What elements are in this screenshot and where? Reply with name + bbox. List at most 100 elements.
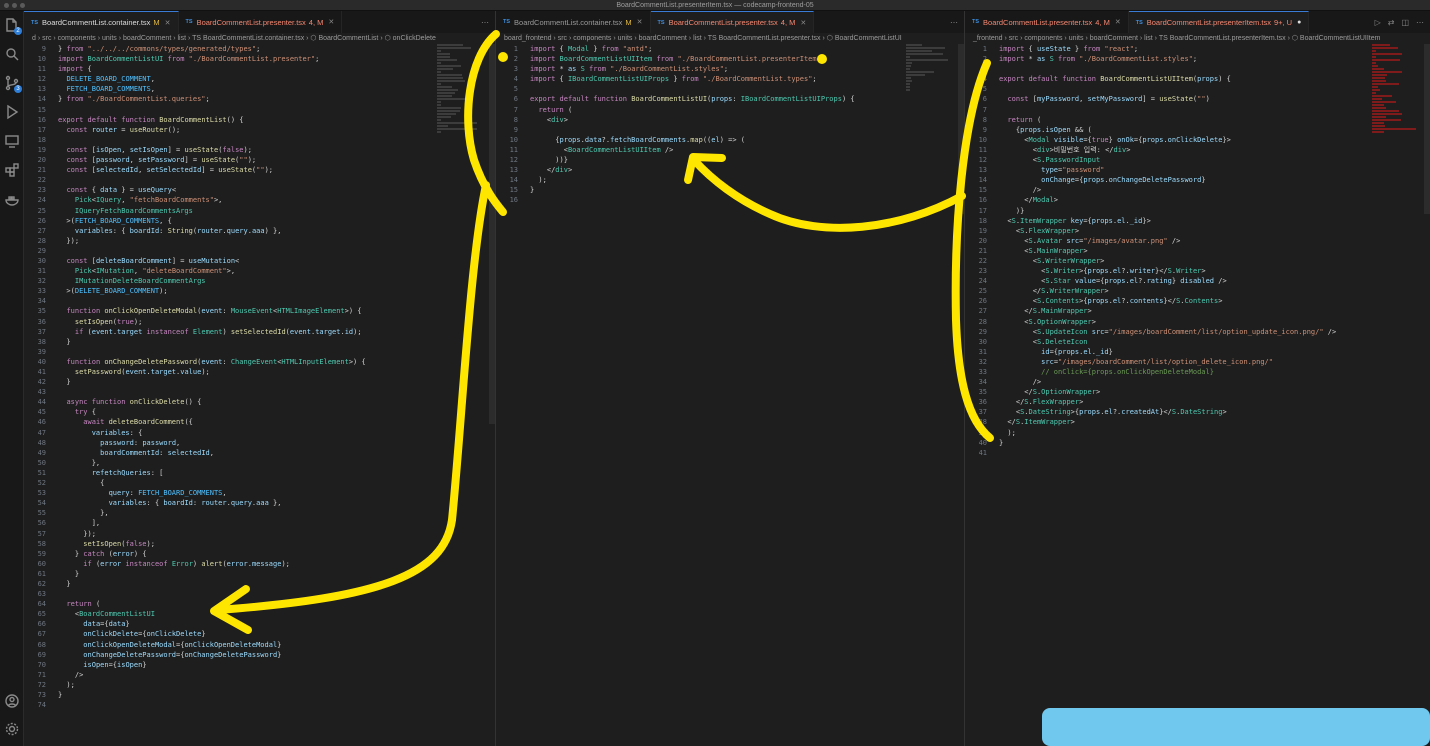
close-dot-icon[interactable] [4,3,9,8]
split-editor-icon[interactable]: ◫ [1401,18,1409,27]
line-number: 9 [982,125,987,134]
code-line: 34 [24,296,495,306]
code-text: import { useState } from "react"; [999,45,1139,53]
code-line: 27 </S.MainWrapper> [965,306,1430,316]
unsaved-dot-icon[interactable]: ● [1297,19,1301,26]
code-editor[interactable]: 1 import { useState } from "react"; 2 impor… [965,44,1430,458]
window-controls[interactable] [4,3,25,8]
code-text: </S.OptionWrapper> [999,388,1101,397]
code-line: 1 import { useState } from "react"; [965,44,1430,54]
line-number: 14 [978,176,987,185]
code-line: 17 const router = useRouter(); [24,125,495,135]
close-tab-icon[interactable]: ✕ [328,18,334,26]
tab-status: 9+, U [1273,18,1293,27]
vertical-scrollbar[interactable] [1424,44,1430,214]
more-actions-icon[interactable]: ⋯ [481,18,489,27]
more-actions-icon[interactable]: ⋯ [1416,18,1424,27]
remote-explorer-icon[interactable] [4,133,20,149]
docker-icon[interactable] [4,191,20,207]
minimize-dot-icon[interactable] [12,3,17,8]
line-number: 23 [978,267,987,276]
line-number: 3 [513,65,518,74]
editor-tab[interactable]: TS BoardCommentList.presenter.tsx 4, M ✕ [179,11,343,33]
code-text: password: password, [100,438,181,447]
code-line: 31 Pick<IMutation, "deleteBoardComment">… [24,266,495,276]
run-debug-icon[interactable] [4,104,20,120]
line-number: 27 [37,226,46,235]
code-line: 15} [496,185,964,195]
breadcrumb[interactable]: board_frontend › src › components › unit… [496,33,964,44]
compare-icon[interactable]: ⇄ [1388,18,1395,27]
editor-tab[interactable]: TS BoardCommentList.presenter.tsx 4, M ✕ [650,11,815,33]
editor-tab[interactable]: TS BoardCommentList.container.tsx M ✕ [496,11,651,33]
line-number: 8 [513,115,518,124]
line-number: 26 [978,297,987,306]
code-editor[interactable]: 9} from "../../../commons/types/generate… [24,44,495,710]
typescript-file-icon: TS [1135,19,1143,26]
line-number: 59 [37,549,46,558]
code-text: </S.WriterWrapper> [999,287,1109,296]
line-number: 69 [37,650,46,659]
minimap[interactable] [437,44,485,144]
search-icon[interactable] [4,46,20,62]
code-text: {props.isOpen && ( [999,125,1092,134]
line-number: 20 [978,236,987,245]
line-number: 57 [37,529,46,538]
code-text: data={data} [83,620,130,629]
line-number: 41 [978,448,987,457]
source-control-icon[interactable]: 3 [4,75,22,93]
close-tab-icon[interactable]: ✕ [637,18,643,26]
breadcrumb[interactable]: _frontend › src › components › units › b… [965,33,1430,44]
code-text: onClickDelete={onClickDelete} [83,630,206,639]
code-line: 55 }, [24,508,495,518]
code-line: 6 export default function BoardCommentLis… [496,94,964,104]
code-line: 2 import * as S from "./BoardCommentList.… [965,54,1430,64]
code-text: <S.Avatar src="/images/avatar.png" /> [999,236,1181,245]
line-number: 35 [37,307,46,316]
close-tab-icon[interactable]: ✕ [165,19,171,27]
account-icon[interactable] [4,693,20,709]
code-text: /> [999,378,1042,387]
breadcrumb[interactable]: d › src › components › units › boardComm… [24,33,495,44]
minimap[interactable] [1372,44,1420,144]
code-editor[interactable]: 1 import { Modal } from "antd"; 2 import Bo… [496,44,964,206]
vertical-scrollbar[interactable] [958,44,964,214]
close-tab-icon[interactable]: ✕ [1115,18,1121,26]
editor-tab[interactable]: TS BoardCommentList.presenter.tsx 4, M ✕ [965,11,1129,33]
line-number: 29 [978,327,987,336]
tab-bar: TS BoardCommentList.presenter.tsx 4, M ✕ TS B… [965,11,1430,33]
line-number: 12 [509,156,518,165]
code-text: import * as S from "./BoardCommentList.s… [530,65,729,74]
vertical-scrollbar[interactable] [489,44,495,424]
code-text: type="password" [1041,166,1105,175]
editor-tab[interactable]: TS BoardCommentList.container.tsx M ✕ [24,11,179,33]
typescript-file-icon: TS [31,19,39,26]
code-text: if (event.target instanceof Element) set… [74,327,362,336]
code-text: <S.Contents>{props.el?.contents}</S.Cont… [999,297,1223,306]
line-number: 22 [37,176,46,185]
code-line: 12 ))} [496,155,964,165]
run-icon[interactable]: ▷ [1375,18,1381,27]
line-number: 14 [37,95,46,104]
code-text: } [999,438,1004,447]
code-line: 13 FETCH_BOARD_COMMENTS, [24,84,495,94]
more-actions-icon[interactable]: ⋯ [950,18,958,27]
code-line: 14 ); [496,175,964,185]
code-line: 4 import { IBoardCommentListUIProps } fro… [496,74,964,84]
settings-gear-icon[interactable] [4,721,20,737]
code-line: 19 <S.FlexWrapper> [965,226,1430,236]
code-text: import BoardCommentListUI from "./BoardC… [58,55,320,64]
minimap[interactable] [906,44,954,144]
extensions-icon[interactable] [4,162,20,178]
maximize-dot-icon[interactable] [20,3,25,8]
window-titlebar: BoardCommentList.presenterItem.tsx — cod… [0,0,1430,11]
tab-status: M [153,18,160,27]
close-tab-icon[interactable]: ✕ [800,19,806,27]
code-text: src="/images/boardComment/list/option_de… [1041,357,1273,366]
code-text: } [58,378,71,387]
editor-tab[interactable]: TS BoardCommentList.presenterItem.tsx 9+, … [1128,11,1310,33]
line-number: 38 [37,337,46,346]
explorer-icon[interactable]: 2 [4,17,22,35]
line-number: 62 [37,579,46,588]
line-number: 24 [978,277,987,286]
